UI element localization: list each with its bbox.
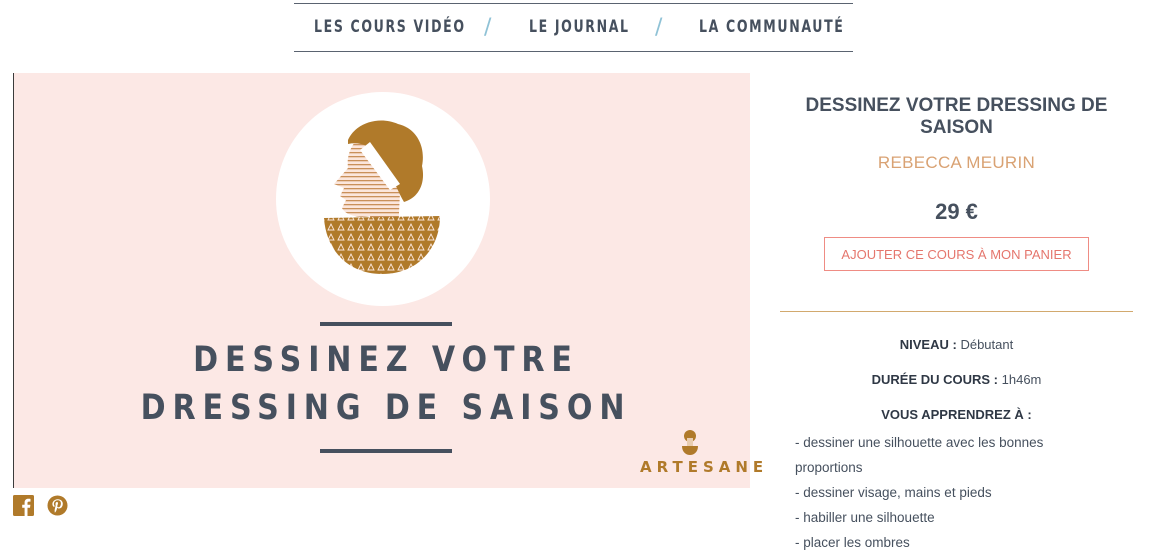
- level-value: Débutant: [960, 337, 1014, 352]
- level-label: NIVEAU :: [899, 337, 957, 352]
- list-item: - dessiner une silhouette avec les bonne…: [795, 435, 1044, 475]
- nav-separator: /: [484, 15, 492, 40]
- learn-heading-label: VOUS APPRENDREZ À :: [881, 407, 1032, 422]
- pinterest-icon[interactable]: [47, 495, 68, 516]
- nav-item-communaute[interactable]: LA COMMUNAUTÉ: [699, 4, 844, 51]
- duration-line: DURÉE DU COURS : 1h46m: [780, 372, 1133, 387]
- section-divider: [780, 311, 1133, 312]
- nav-item-journal[interactable]: LE JOURNAL: [529, 4, 630, 51]
- course-title: DESSINEZ VOTRE DRESSING DE SAISON: [805, 95, 1108, 138]
- artesane-logo-icon: [682, 430, 698, 455]
- add-to-cart-button[interactable]: AJOUTER CE COURS À MON PANIER: [824, 237, 1089, 271]
- nav-item-cours-video[interactable]: LES COURS VIDÉO: [314, 4, 466, 51]
- learn-list: - dessiner une silhouette avec les bonne…: [795, 430, 1095, 555]
- list-item: - placer les ombres: [795, 535, 910, 550]
- woman-portrait-illustration: [324, 120, 440, 274]
- nav-separator: /: [655, 15, 663, 40]
- duration-value: 1h46m: [1001, 372, 1042, 387]
- course-author[interactable]: REBECCA MEURIN: [780, 153, 1133, 173]
- cover-title-line1: DESSINEZ VOTRE: [193, 340, 579, 380]
- level-line: NIVEAU : Débutant: [780, 337, 1133, 352]
- facebook-icon[interactable]: [13, 495, 34, 516]
- portrait-circle: [276, 92, 490, 306]
- learn-heading: VOUS APPRENDREZ À :: [780, 407, 1133, 422]
- cover-title-line2: DRESSING DE SAISON: [140, 388, 632, 428]
- list-item: - habiller une silhouette: [795, 510, 935, 525]
- title-bar-bottom: [320, 449, 452, 453]
- course-cover-image: DESSINEZ VOTRE DRESSING DE SAISON ARTESA…: [13, 73, 769, 488]
- top-nav: LES COURS VIDÉO / LE JOURNAL / LA COMMUN…: [294, 3, 853, 52]
- course-price: 29 €: [935, 199, 978, 224]
- list-item: - dessiner visage, mains et pieds: [795, 485, 992, 500]
- artesane-brand: ARTESANE: [640, 458, 769, 476]
- title-bar-top: [320, 322, 452, 326]
- duration-label: DURÉE DU COURS :: [871, 372, 999, 387]
